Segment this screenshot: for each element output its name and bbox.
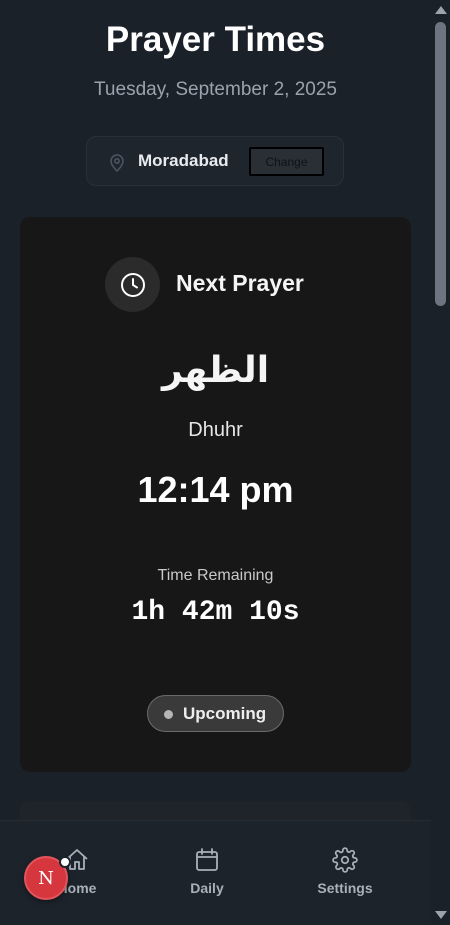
prayer-name-english: Dhuhr: [188, 419, 243, 441]
scrollbar-thumb[interactable]: [435, 22, 446, 306]
prayer-name-arabic: الظهر: [161, 350, 270, 391]
nav-daily-label: Daily: [190, 880, 224, 896]
calendar-icon: [196, 848, 218, 871]
nav-daily[interactable]: Daily: [162, 847, 252, 896]
time-remaining-label: Time Remaining: [157, 567, 274, 584]
scroll-up-arrow-icon[interactable]: [435, 6, 447, 14]
page-title: Prayer Times: [105, 20, 326, 59]
next-prayer-card: Next Prayer الظهر Dhuhr 12:14 pm Time Re…: [20, 217, 411, 772]
scroll-down-arrow-icon[interactable]: [435, 911, 447, 919]
location-selector: Moradabad Change: [86, 136, 344, 186]
status-label: Upcoming: [183, 704, 267, 723]
status-badge: Upcoming: [147, 695, 284, 732]
map-pin-icon: [110, 154, 124, 172]
prayer-time: 12:14 pm: [137, 469, 294, 510]
status-dot: [164, 710, 173, 719]
nav-settings[interactable]: Settings: [300, 847, 390, 896]
countdown-timer: 1h 42m 10s: [131, 597, 300, 628]
change-location-button[interactable]: Change: [249, 147, 324, 176]
nav-settings-label: Settings: [317, 880, 373, 896]
avatar-status-dot: [59, 856, 71, 868]
clock-icon-container: [105, 257, 160, 312]
app-viewport: Prayer Times Tuesday, September 2, 2025 …: [0, 0, 431, 925]
current-date: Tuesday, September 2, 2025: [94, 79, 337, 100]
gear-icon: [332, 847, 358, 873]
next-prayer-heading: Next Prayer: [176, 270, 304, 296]
clock-icon: [120, 272, 145, 297]
location-name: Moradabad: [138, 151, 229, 170]
scrollbar[interactable]: [431, 0, 450, 925]
